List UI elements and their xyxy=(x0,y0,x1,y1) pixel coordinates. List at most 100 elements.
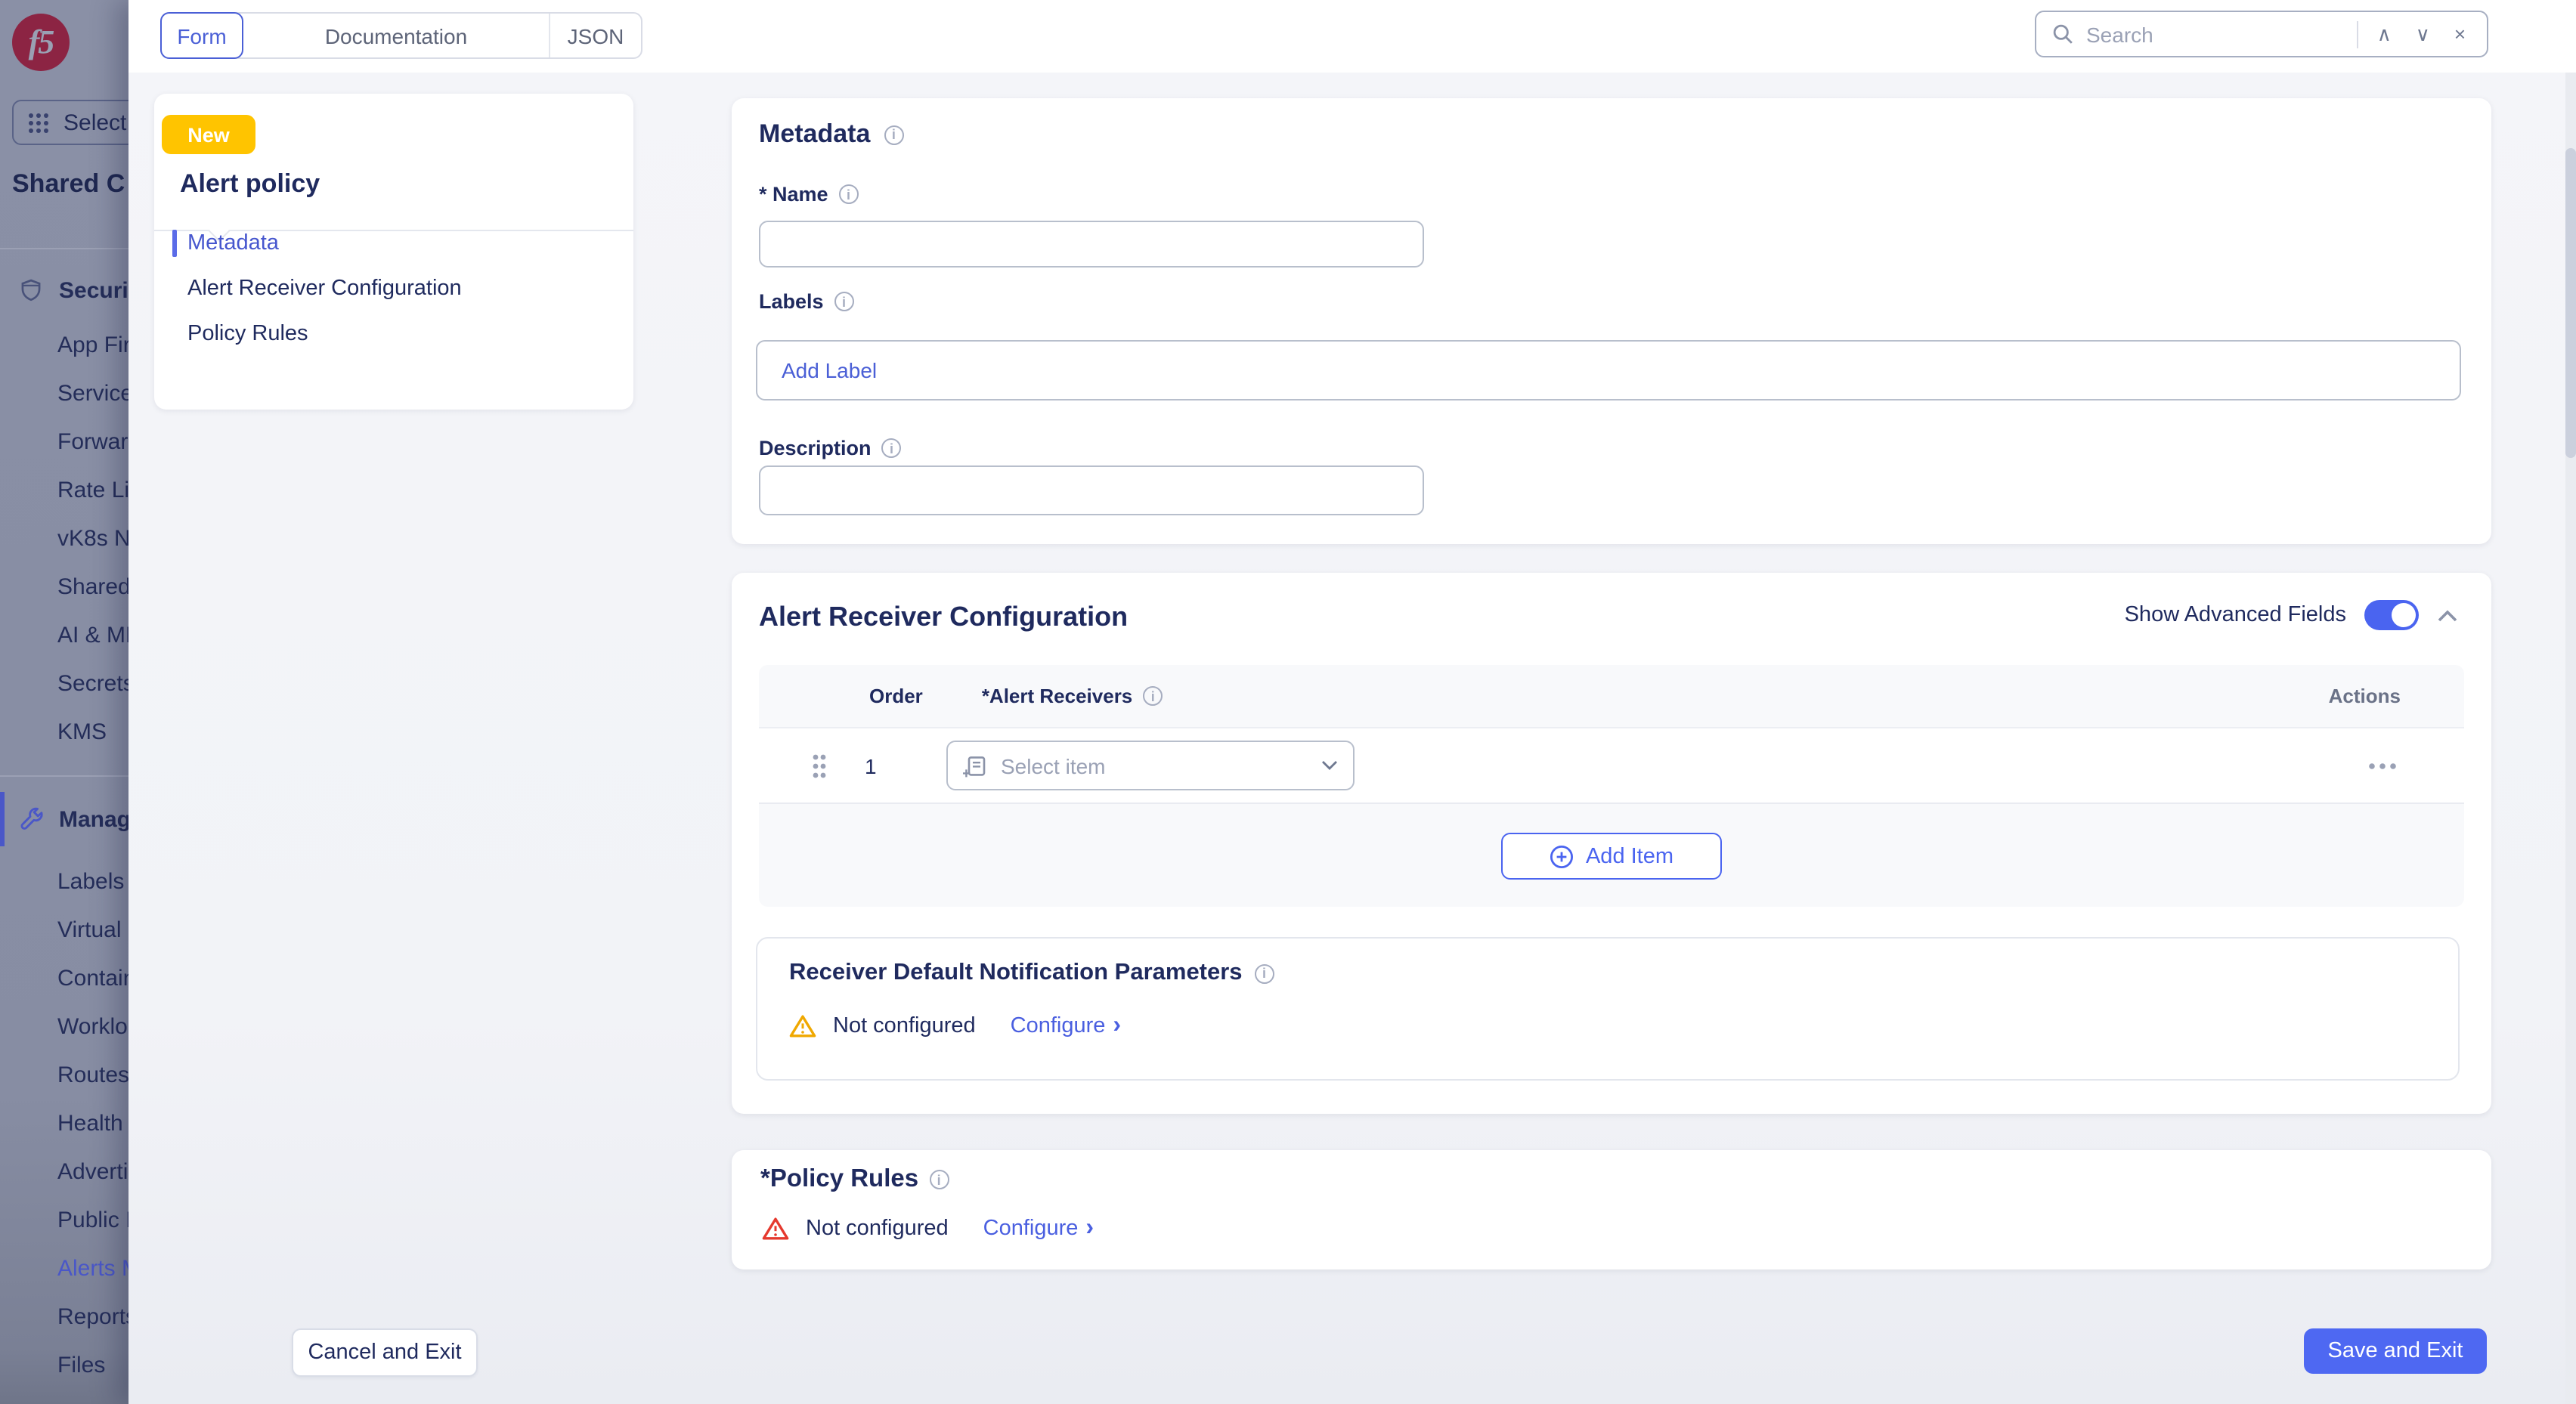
name-input[interactable] xyxy=(759,221,1424,268)
info-icon[interactable]: i xyxy=(882,438,902,458)
chevron-right-icon: › xyxy=(1085,1217,1094,1241)
find-next-icon[interactable]: ∨ xyxy=(2410,24,2436,44)
sidebar-item-vk8s-n[interactable]: vK8s N xyxy=(0,514,128,562)
sidebar-item-kms[interactable]: KMS xyxy=(0,707,128,756)
add-label-button[interactable]: Add Label xyxy=(782,358,877,382)
arc-title: Alert Receiver Configuration xyxy=(759,601,1128,633)
sidebar-item-alerts-m[interactable]: Alerts M xyxy=(0,1244,128,1292)
sidebar-divider xyxy=(0,248,128,249)
sidebar-item-workloa[interactable]: Workloa xyxy=(0,1002,128,1050)
search-divider xyxy=(2358,20,2359,48)
alert-receiver-select[interactable]: Select item xyxy=(946,741,1355,790)
chevron-right-icon: › xyxy=(1113,1014,1121,1038)
sidebar-item-adverti[interactable]: Adverti xyxy=(0,1147,128,1195)
tab-documentation[interactable]: Documentation xyxy=(243,14,549,57)
new-badge: New xyxy=(162,115,255,154)
select-item-icon xyxy=(963,753,987,778)
add-item-button[interactable]: Add Item xyxy=(1501,833,1722,880)
namespace-select-button[interactable]: Select xyxy=(12,100,128,145)
info-icon[interactable]: i xyxy=(1143,686,1163,706)
info-icon[interactable]: i xyxy=(839,184,859,204)
chevron-down-icon xyxy=(1321,760,1338,771)
sidebar-item-routes[interactable]: Routes xyxy=(0,1050,128,1099)
step-metadata[interactable]: Metadata xyxy=(154,221,633,266)
active-section-indicator xyxy=(0,792,5,846)
sidebar-section-manage[interactable]: Manag xyxy=(0,789,128,849)
metadata-title: Metadata xyxy=(759,119,870,150)
scrollbar-track[interactable] xyxy=(2565,73,2576,1404)
sidebar-item-ai-ml[interactable]: AI & ML xyxy=(0,611,128,659)
info-icon[interactable]: i xyxy=(834,292,854,311)
sidebar-item-app-fir[interactable]: App Fir xyxy=(0,320,128,369)
show-advanced-fields-toggle[interactable] xyxy=(2364,600,2419,630)
row-order-value: 1 xyxy=(865,753,895,778)
row-actions-menu-icon[interactable] xyxy=(2367,761,2398,770)
step-policy-rules[interactable]: Policy Rules xyxy=(154,311,633,357)
receivers-table-footer: Add Item xyxy=(759,804,2464,907)
grid-icon xyxy=(27,111,50,134)
cancel-and-exit-button[interactable]: Cancel and Exit xyxy=(292,1328,478,1377)
sidebar-manage-items: LabelsVirtualContainWorkloaRoutesHealthA… xyxy=(0,857,128,1389)
workspace-title: Shared C xyxy=(12,169,125,199)
col-order: Order xyxy=(869,685,923,707)
receivers-table: Order *Alert Receivers i Actions xyxy=(759,665,2464,907)
col-alert-receivers: *Alert Receivers xyxy=(982,685,1132,707)
sidebar-item-labels[interactable]: Labels xyxy=(0,857,128,905)
app-window: f5 Select Shared C xyxy=(0,0,2576,1404)
drag-handle-icon[interactable] xyxy=(810,752,828,779)
labels-label: Labels xyxy=(759,290,824,313)
sidebar-section-label: Securi xyxy=(59,277,128,303)
f5-logo[interactable]: f5 xyxy=(12,14,70,71)
policy-rules-section: *Policy Rules i Not configured Configure… xyxy=(732,1150,2491,1269)
save-and-exit-button[interactable]: Save and Exit xyxy=(2304,1328,2487,1374)
info-icon[interactable]: i xyxy=(884,125,903,144)
scrollbar-thumb[interactable] xyxy=(2565,148,2576,458)
tab-form[interactable]: Form xyxy=(160,12,243,59)
info-icon[interactable]: i xyxy=(1255,963,1274,983)
step-alert-receiver-configuration[interactable]: Alert Receiver Configuration xyxy=(154,266,633,311)
col-actions: Actions xyxy=(2329,685,2401,707)
wrench-icon xyxy=(17,805,45,833)
sidebar-item-contain[interactable]: Contain xyxy=(0,954,128,1002)
warning-icon xyxy=(789,1014,816,1038)
select-placeholder: Select item xyxy=(1001,753,1308,778)
sidebar-item-virtual[interactable]: Virtual xyxy=(0,905,128,954)
search-close-icon[interactable]: × xyxy=(2448,24,2472,44)
error-icon xyxy=(762,1217,789,1241)
search-input[interactable]: Search xyxy=(2086,22,2345,46)
sidebar-item-rate-li[interactable]: Rate Li xyxy=(0,465,128,514)
metadata-section: Metadata i * Name i Labels i Add Label D… xyxy=(732,98,2491,544)
tab-json[interactable]: JSON xyxy=(549,14,641,57)
stepper-card: New Alert policy Metadata Alert Receiver… xyxy=(154,94,633,410)
receivers-table-header: Order *Alert Receivers i Actions xyxy=(759,665,2464,728)
sidebar-item-files[interactable]: Files xyxy=(0,1341,128,1389)
sidebar-item-secrets[interactable]: Secrets xyxy=(0,659,128,707)
receiver-defaults-card: Receiver Default Notification Parameters… xyxy=(756,937,2460,1081)
sidebar-item-public-i[interactable]: Public I xyxy=(0,1195,128,1244)
collapse-chevron-icon[interactable] xyxy=(2437,608,2458,622)
description-input[interactable] xyxy=(759,465,1424,515)
sidebar-item-reports[interactable]: Reports xyxy=(0,1292,128,1341)
add-item-label: Add Item xyxy=(1586,844,1673,868)
sidebar-item-shared[interactable]: Shared xyxy=(0,562,128,611)
f5-logo-text: f5 xyxy=(29,23,54,62)
name-label: * Name xyxy=(759,183,828,206)
table-row: 1 Select item xyxy=(759,728,2464,804)
policy-rules-status: Not configured xyxy=(806,1217,949,1241)
namespace-select-label: Select xyxy=(63,110,126,135)
find-previous-icon[interactable]: ∧ xyxy=(2371,24,2398,44)
labels-input[interactable]: Add Label xyxy=(756,340,2461,400)
policy-rules-configure-link[interactable]: Configure › xyxy=(983,1217,1094,1241)
sidebar-item-forwar[interactable]: Forwar xyxy=(0,417,128,465)
search-icon xyxy=(2051,23,2074,45)
view-tabs: Form Documentation JSON xyxy=(160,12,642,59)
sidebar-item-health[interactable]: Health xyxy=(0,1099,128,1147)
description-label: Description xyxy=(759,437,872,459)
sidebar-item-service[interactable]: Service xyxy=(0,369,128,417)
receiver-defaults-status: Not configured xyxy=(833,1014,976,1038)
shield-icon xyxy=(17,276,45,305)
sidebar-section-security[interactable]: Securi xyxy=(0,260,128,320)
receiver-defaults-configure-link[interactable]: Configure › xyxy=(1011,1014,1121,1038)
info-icon[interactable]: i xyxy=(929,1170,949,1189)
search-box[interactable]: Search ∧ ∨ × xyxy=(2035,11,2488,57)
